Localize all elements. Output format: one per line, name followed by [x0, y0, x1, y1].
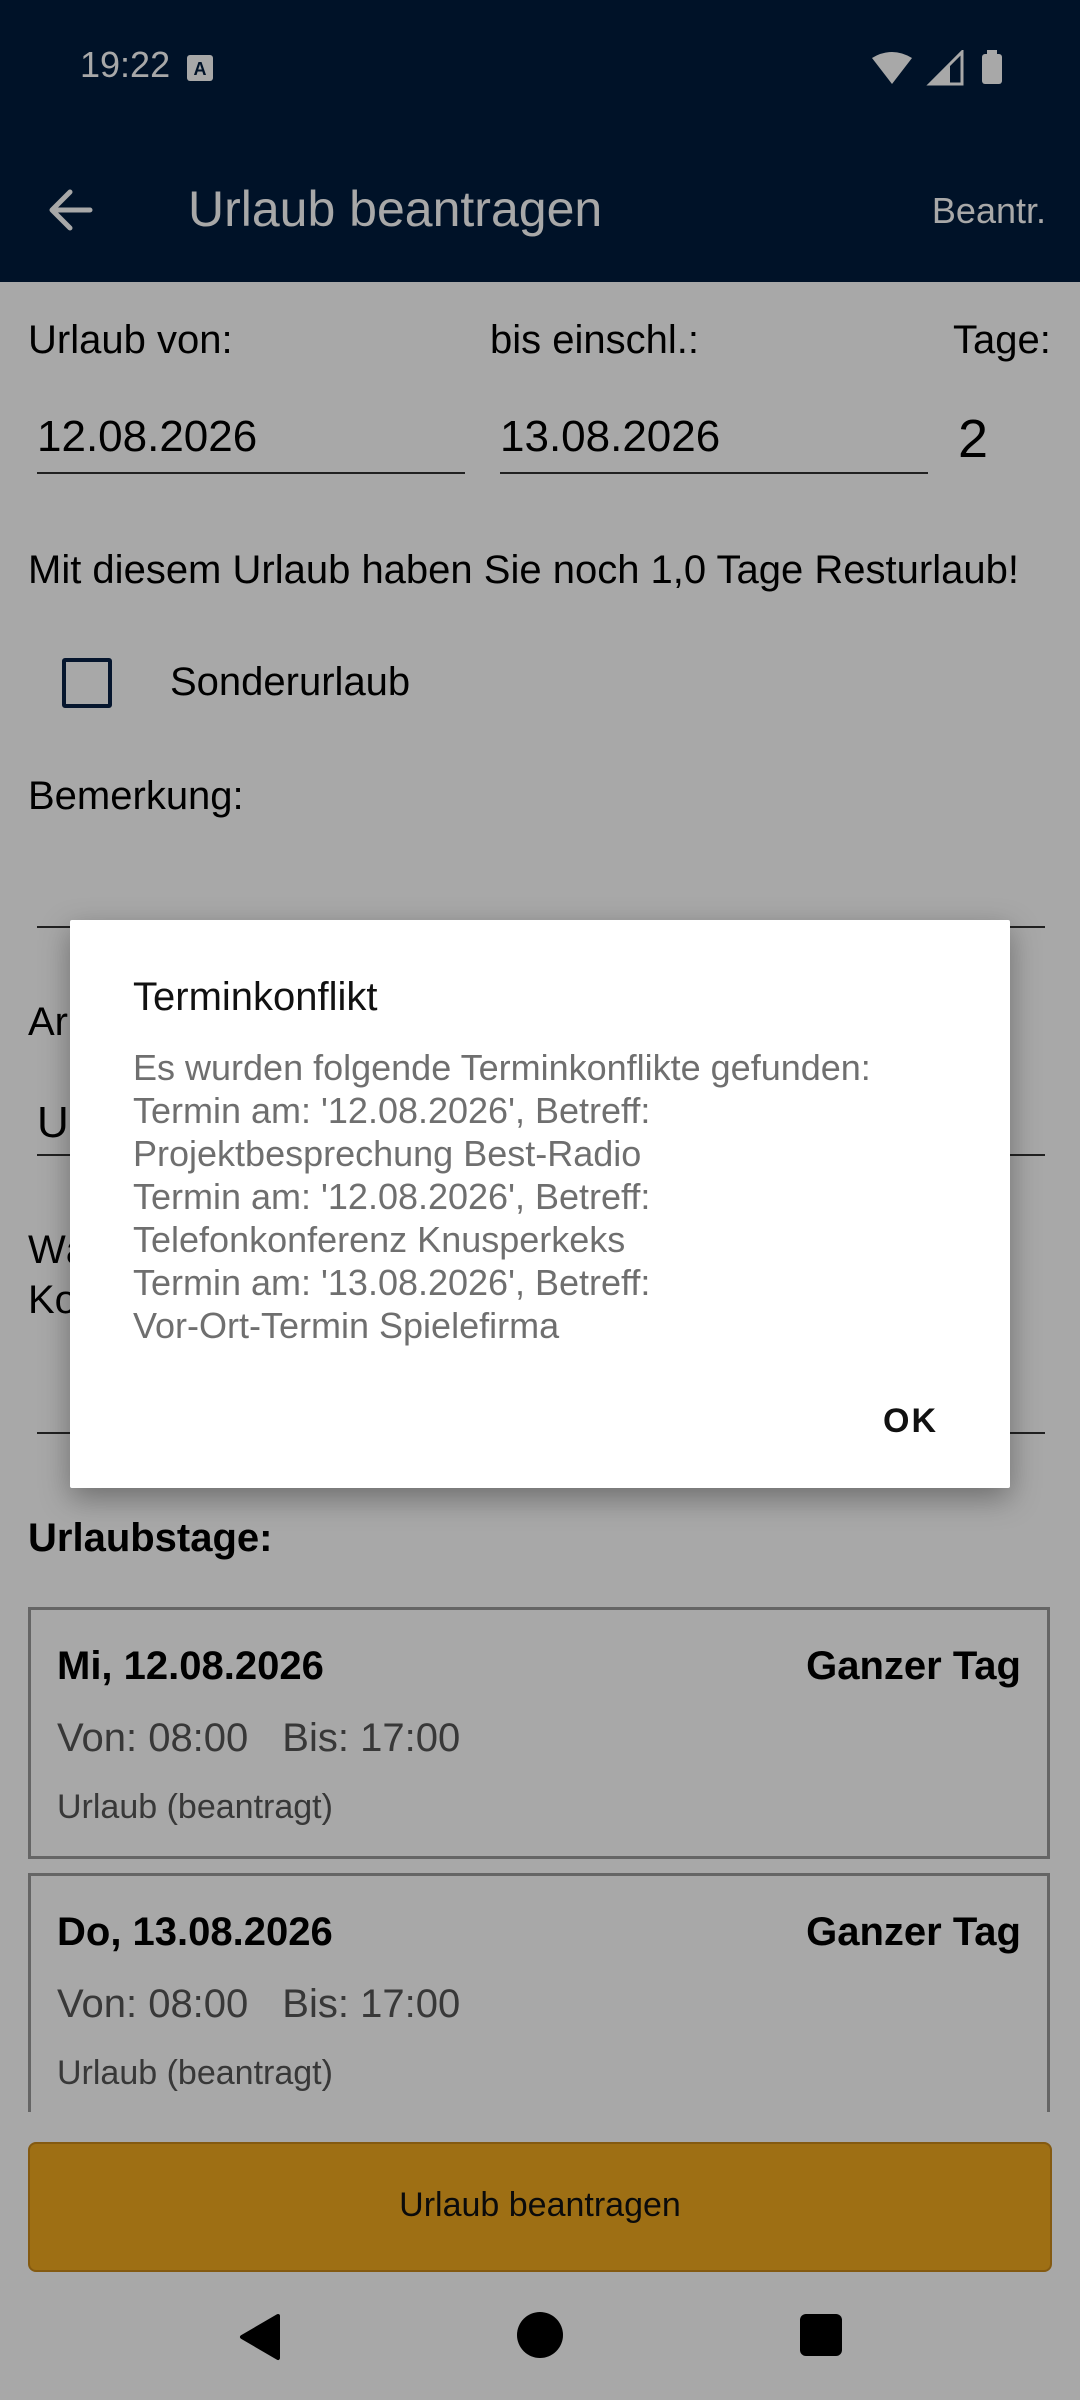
dialog-title: Terminkonflikt — [133, 975, 378, 1019]
conflict-dialog: Terminkonflikt Es wurden folgende Termin… — [70, 920, 1010, 1488]
ok-button[interactable]: OK — [883, 1402, 938, 1441]
dialog-message: Es wurden folgende Terminkonflikte gefun… — [133, 1047, 871, 1346]
